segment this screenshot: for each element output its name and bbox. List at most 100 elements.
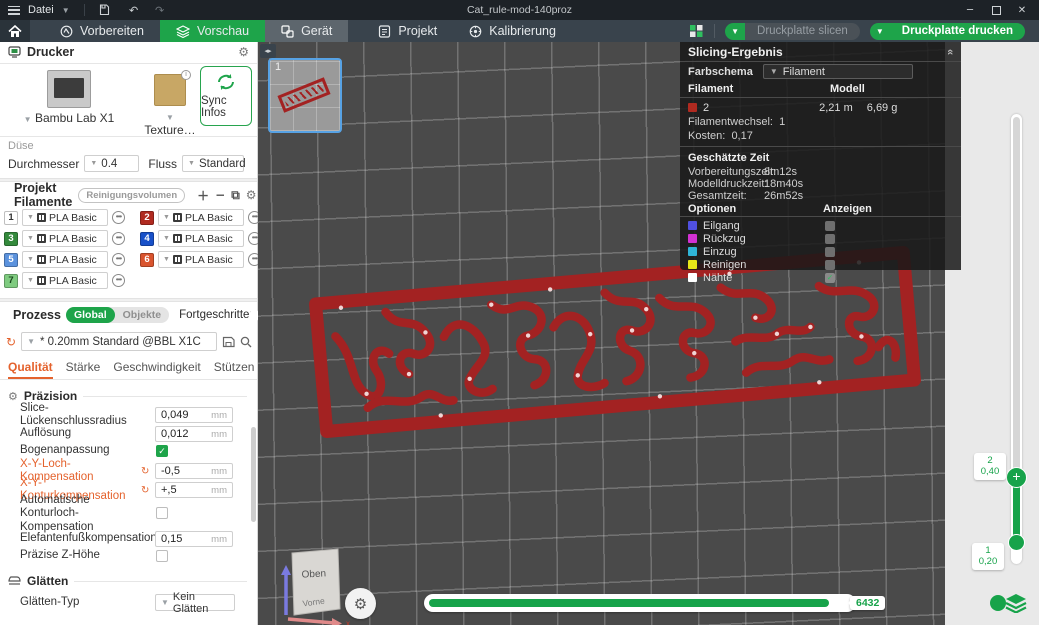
tab-project[interactable]: Projekt (362, 20, 453, 42)
color-scheme-label: Farbschema (688, 65, 753, 78)
chevron-down-icon[interactable]: ▼ (62, 6, 70, 15)
save-icon[interactable] (99, 4, 117, 16)
retract-checkbox[interactable] (825, 233, 835, 244)
layers-view-icon[interactable] (1005, 593, 1027, 613)
home-button[interactable] (0, 20, 30, 42)
filament-select[interactable]: ▼ PLA Basic (22, 272, 108, 289)
flush-volume-button[interactable]: Reinigungsvolumen (78, 187, 186, 203)
panel-collapse-handle[interactable]: ◂▸ (260, 44, 276, 58)
viewport-settings-button[interactable]: ⚙ (345, 588, 376, 619)
wipe-checkbox[interactable] (825, 259, 835, 270)
tab-strength[interactable]: Stärke (66, 360, 101, 379)
printer-settings-gear-icon[interactable]: ⚙ (238, 45, 249, 59)
undo-icon[interactable]: ↶ (125, 4, 143, 17)
arc-fitting-checkbox[interactable]: ✓ (156, 445, 168, 457)
orientation-cube[interactable]: Oben Vorne x (276, 545, 354, 625)
plate-thumbnail[interactable]: 1 (268, 58, 342, 133)
tab-preview[interactable]: Vorschau (159, 20, 266, 42)
filament-slot-7: 7 ▼ PLA Basic ••• (4, 272, 125, 289)
filament-badge: 7 (4, 273, 18, 288)
redo-icon[interactable]: ↷ (151, 4, 169, 17)
print-plate-button[interactable]: ▼ Druckplatte drucken (869, 22, 1025, 40)
ams-sync-icon[interactable]: ⧉ (231, 188, 240, 203)
tab-supports[interactable]: Stützen (214, 360, 255, 379)
auto-contour-hole-checkbox[interactable] (156, 507, 168, 519)
nozzle-diameter-select[interactable]: ▼ 0.4 (84, 155, 140, 172)
spool-icon (36, 276, 46, 285)
filament-select[interactable]: ▼ PLA Basic (158, 230, 244, 247)
layer-slider[interactable] (1011, 114, 1022, 564)
maximize-button[interactable] (985, 2, 1007, 18)
filament-select[interactable]: ▼ PLA Basic (22, 209, 108, 226)
filament-slot-1: 1 ▼ PLA Basic ••• (4, 209, 125, 226)
xy-contour-compensation-input[interactable]: +,5 mm (155, 482, 233, 498)
search-icon[interactable] (240, 336, 252, 348)
save-preset-icon[interactable] (222, 336, 235, 348)
layer-slider-upper-handle[interactable]: + (1006, 467, 1027, 488)
preset-reset-icon[interactable]: ↻ (6, 335, 16, 349)
step-value-tooltip: 6432 (847, 596, 886, 610)
filament-edit-button[interactable]: ••• (112, 232, 125, 245)
filament-settings-gear-icon[interactable]: ⚙ (246, 188, 257, 202)
reset-icon[interactable]: ↻ (141, 466, 149, 477)
preset-select[interactable]: ▼ * 0.20mm Standard @BBL X1C (21, 332, 218, 351)
reset-icon[interactable]: ↻ (141, 485, 149, 496)
plate-layout-icon[interactable] (689, 24, 704, 38)
print-dropdown-icon[interactable]: ▼ (869, 22, 890, 40)
tab-device[interactable]: Gerät (265, 20, 349, 42)
resolution-input[interactable]: 0,012 mm (155, 426, 233, 442)
remove-filament-icon[interactable]: − (215, 188, 225, 202)
viewport-3d[interactable]: ◂▸ 1 Slicing-Ergebnis « Farbschema ▼ Fila… (258, 42, 1039, 625)
filament-edit-button[interactable]: ••• (112, 253, 125, 266)
close-button[interactable]: ✕ (1011, 2, 1033, 18)
tab-quality[interactable]: Qualität (8, 360, 53, 379)
sync-info-button[interactable]: Sync Infos (200, 66, 252, 126)
layer-slider-lower-handle[interactable] (1008, 534, 1025, 551)
seams-checkbox[interactable]: ✓ (825, 272, 835, 283)
step-slider-knob[interactable] (990, 595, 1006, 611)
option-wipe: Reinigen (680, 258, 961, 271)
file-menu[interactable]: Datei (28, 4, 54, 16)
unretract-checkbox[interactable] (825, 246, 835, 257)
filament-select[interactable]: ▼ PLA Basic (22, 230, 108, 247)
flow-label: Fluss (148, 156, 178, 171)
printer-section-title: Drucker (27, 45, 75, 59)
travel-checkbox[interactable] (825, 220, 835, 231)
estimated-time-title: Geschätzte Zeit (688, 152, 770, 164)
precise-z-checkbox[interactable] (156, 550, 168, 562)
filament-select[interactable]: ▼ PLA Basic (158, 251, 244, 268)
color-scheme-select[interactable]: ▼ Filament (762, 64, 913, 79)
printer-selector[interactable]: ▼ Bambu Lab X1 (14, 70, 124, 125)
filament-edit-button[interactable]: ••• (112, 211, 125, 224)
scope-objects[interactable]: Objekte (115, 309, 170, 321)
tab-calibration[interactable]: Kalibrierung (453, 20, 572, 42)
add-filament-icon[interactable]: ＋ (197, 187, 209, 204)
sidebar-scrollbar[interactable] (251, 427, 256, 522)
plate-type-selector[interactable]: i ▼ Texture… (142, 70, 198, 137)
process-section-title: Prozess (13, 308, 61, 322)
menu-icon[interactable] (8, 5, 20, 15)
slice-plate-button[interactable]: ▼ Druckplatte slicen (725, 22, 860, 40)
flow-select[interactable]: ▼ Standard (182, 155, 246, 172)
info-icon[interactable]: i (181, 70, 191, 80)
scope-toggle[interactable]: Global Objekte (65, 307, 170, 323)
xy-hole-compensation-input[interactable]: -0,5 mm (155, 463, 233, 479)
nozzle-diameter-label: Durchmesser (8, 156, 80, 171)
collapse-panel-icon[interactable]: « (944, 48, 956, 54)
scope-global[interactable]: Global (65, 307, 115, 323)
tab-speed[interactable]: Geschwindigkeit (113, 360, 200, 379)
filament-badge: 2 (140, 210, 154, 225)
gap-closing-input[interactable]: 0,049 mm (155, 407, 233, 423)
step-slider[interactable] (424, 594, 1006, 612)
filament-select[interactable]: ▼ PLA Basic (158, 209, 244, 226)
options-title: Optionen (688, 203, 737, 215)
filament-badge: 4 (140, 231, 154, 246)
smoothing-type-select[interactable]: ▼ Kein Glätten (155, 591, 235, 615)
filament-select[interactable]: ▼ PLA Basic (22, 251, 108, 268)
tab-prepare[interactable]: Vorbereiten (44, 20, 160, 42)
minimize-button[interactable]: ─ (959, 2, 981, 18)
elephant-foot-input[interactable]: 0,15 mm (155, 531, 233, 547)
setting-row: Glätten-Typ ▼ Kein Glätten (0, 591, 258, 615)
filament-edit-button[interactable]: ••• (112, 274, 125, 287)
slice-dropdown-icon[interactable]: ▼ (725, 22, 746, 40)
